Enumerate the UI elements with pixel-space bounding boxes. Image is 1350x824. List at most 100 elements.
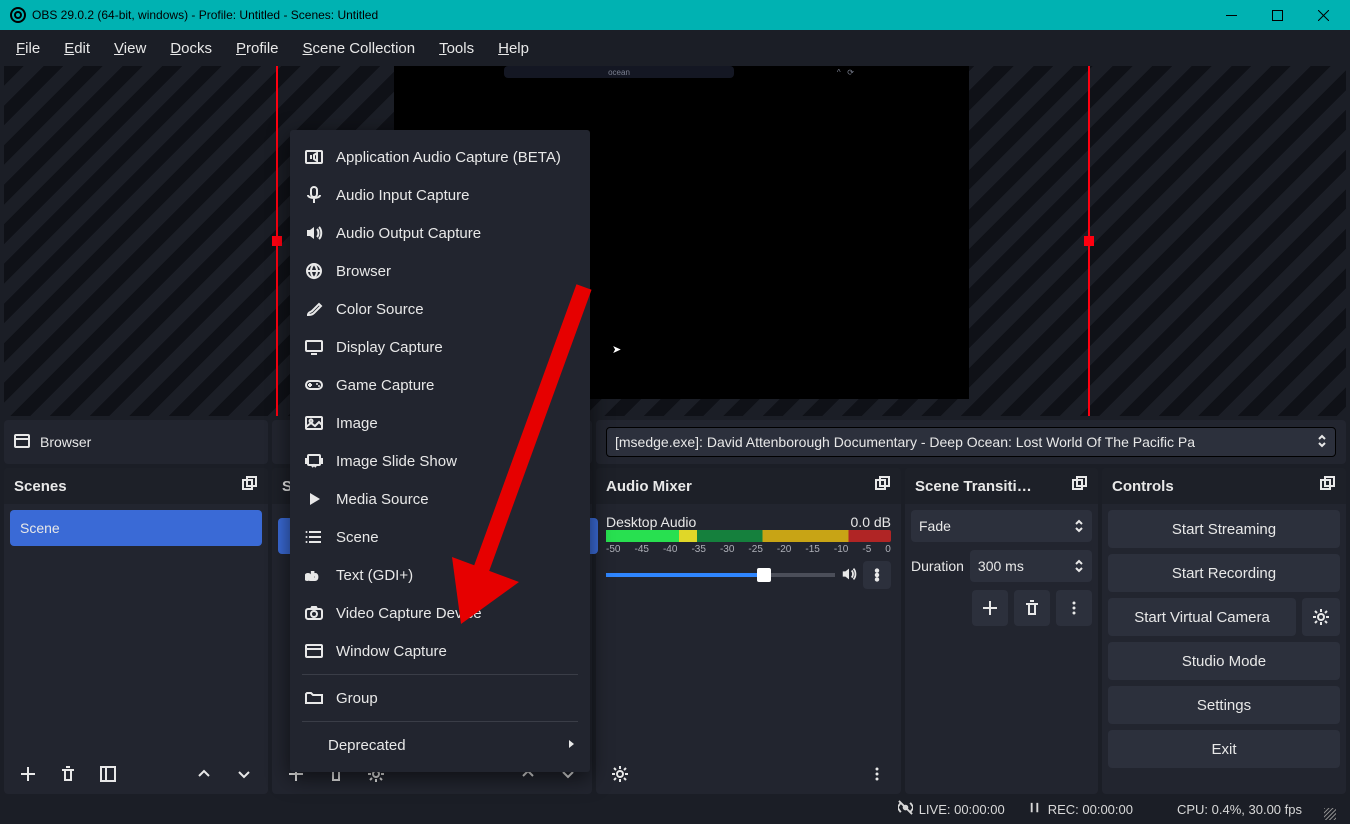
status-live: LIVE: 00:00:00 — [898, 800, 1005, 818]
preview-area[interactable]: ocean ^ ⟳ ➤ — [4, 66, 1346, 416]
svg-text:ab: ab — [305, 571, 318, 583]
add-source-context-menu: Application Audio Capture (BETA) Audio I… — [290, 130, 590, 772]
transitions-popout-button[interactable] — [1072, 476, 1088, 496]
status-cpu: CPU: 0.4%, 30.00 fps — [1177, 802, 1302, 817]
menu-view[interactable]: View — [104, 36, 156, 61]
broadcast-off-icon — [898, 800, 913, 818]
close-button[interactable] — [1300, 0, 1346, 30]
scenes-dock: Scenes Scene — [4, 468, 268, 794]
speaker-icon — [304, 223, 324, 243]
virtual-camera-settings-button[interactable] — [1302, 598, 1340, 636]
select-chevrons-icon — [1317, 434, 1327, 451]
mixer-channel-name: Desktop Audio — [606, 514, 696, 530]
exit-button[interactable]: Exit — [1108, 730, 1340, 768]
app-select-value: [msedge.exe]: David Attenborough Documen… — [615, 434, 1195, 450]
duration-input[interactable]: 300 ms — [970, 550, 1092, 582]
transition-menu-button[interactable] — [1056, 590, 1092, 626]
window-icon — [304, 641, 324, 661]
scene-item[interactable]: Scene — [10, 510, 262, 546]
source-type-label: Browser — [40, 434, 91, 450]
ctx-app-audio-capture[interactable]: Application Audio Capture (BETA) — [290, 138, 590, 176]
camera-icon — [304, 603, 324, 623]
chevron-right-icon — [566, 737, 576, 754]
start-recording-button[interactable]: Start Recording — [1108, 554, 1340, 592]
window-icon — [14, 433, 30, 452]
transitions-dock: Scene Transiti… Fade Duration 300 ms — [905, 468, 1098, 794]
ctx-audio-output-capture[interactable]: Audio Output Capture — [290, 214, 590, 252]
scene-move-down-button[interactable] — [226, 756, 262, 792]
obs-logo-icon — [10, 7, 26, 23]
ctx-media-source[interactable]: Media Source — [290, 480, 590, 518]
resize-grip-icon[interactable] — [1324, 808, 1336, 820]
pause-icon — [1027, 800, 1042, 818]
ctx-image[interactable]: Image — [290, 404, 590, 442]
brush-icon — [304, 299, 324, 319]
globe-icon — [304, 261, 324, 281]
start-virtual-camera-button[interactable]: Start Virtual Camera — [1108, 598, 1296, 636]
scenes-popout-button[interactable] — [242, 476, 258, 496]
menu-scene-collection[interactable]: Scene Collection — [293, 36, 426, 61]
scene-add-button[interactable] — [10, 756, 46, 792]
transition-add-button[interactable] — [972, 590, 1008, 626]
ctx-audio-input-capture[interactable]: Audio Input Capture — [290, 176, 590, 214]
maximize-button[interactable] — [1254, 0, 1300, 30]
ctx-video-capture-device[interactable]: Video Capture Device — [290, 594, 590, 632]
gamepad-icon — [304, 375, 324, 395]
menu-tools[interactable]: Tools — [429, 36, 484, 61]
ctx-display-capture[interactable]: Display Capture — [290, 328, 590, 366]
crop-handle-left[interactable] — [272, 236, 282, 246]
volume-icon[interactable] — [841, 566, 857, 585]
text-icon: ab — [304, 565, 324, 585]
status-bar: LIVE: 00:00:00 REC: 00:00:00 CPU: 0.4%, … — [4, 796, 1346, 822]
ctx-image-slide-show[interactable]: Image Slide Show — [290, 442, 590, 480]
monitor-icon — [304, 337, 324, 357]
ctx-color-source[interactable]: Color Source — [290, 290, 590, 328]
menu-edit[interactable]: Edit — [54, 36, 100, 61]
mixer-title: Audio Mixer — [606, 478, 692, 495]
scene-move-up-button[interactable] — [186, 756, 222, 792]
status-rec: REC: 00:00:00 — [1027, 800, 1133, 818]
menu-file[interactable]: File — [6, 36, 50, 61]
volume-slider[interactable] — [606, 573, 835, 577]
ctx-game-capture[interactable]: Game Capture — [290, 366, 590, 404]
play-icon — [304, 489, 324, 509]
transition-remove-button[interactable] — [1014, 590, 1050, 626]
studio-mode-button[interactable]: Studio Mode — [1108, 642, 1340, 680]
ctx-scene[interactable]: Scene — [290, 518, 590, 556]
mixer-settings-button[interactable] — [602, 756, 638, 792]
menu-docks[interactable]: Docks — [160, 36, 222, 61]
select-chevrons-icon — [1074, 519, 1084, 533]
menu-separator — [302, 721, 578, 722]
mixer-popout-button[interactable] — [875, 476, 891, 496]
transition-type-select[interactable]: Fade — [911, 510, 1092, 542]
scene-remove-button[interactable] — [50, 756, 86, 792]
controls-dock: Controls Start Streaming Start Recording… — [1102, 468, 1346, 794]
settings-button[interactable]: Settings — [1108, 686, 1340, 724]
ctx-browser[interactable]: Browser — [290, 252, 590, 290]
scene-filter-button[interactable] — [90, 756, 126, 792]
spinner-icon[interactable] — [1074, 559, 1084, 573]
cursor-icon: ➤ — [612, 343, 621, 356]
slideshow-icon — [304, 451, 324, 471]
menu-help[interactable]: Help — [488, 36, 539, 61]
crop-handle-right[interactable] — [1084, 236, 1094, 246]
channel-menu-button[interactable] — [863, 561, 891, 589]
app-select-dropdown[interactable]: [msedge.exe]: David Attenborough Documen… — [606, 427, 1336, 457]
ctx-group[interactable]: Group — [290, 679, 590, 717]
ctx-text[interactable]: abText (GDI+) — [290, 556, 590, 594]
preview-browser-tab: ocean — [504, 66, 734, 78]
minimize-button[interactable] — [1208, 0, 1254, 30]
audio-meter — [606, 530, 891, 542]
controls-popout-button[interactable] — [1320, 476, 1336, 496]
menu-profile[interactable]: Profile — [226, 36, 289, 61]
start-streaming-button[interactable]: Start Streaming — [1108, 510, 1340, 548]
ctx-window-capture[interactable]: Window Capture — [290, 632, 590, 670]
controls-title: Controls — [1112, 478, 1174, 495]
menu-separator — [302, 674, 578, 675]
mixer-menu-button[interactable] — [859, 756, 895, 792]
source-strip-left: Browser — [4, 420, 268, 464]
mixer-channel-db: 0.0 dB — [851, 514, 891, 530]
app-audio-icon — [304, 147, 324, 167]
ctx-deprecated[interactable]: Deprecated — [290, 726, 590, 764]
source-strip-right: [msedge.exe]: David Attenborough Documen… — [596, 420, 1346, 464]
